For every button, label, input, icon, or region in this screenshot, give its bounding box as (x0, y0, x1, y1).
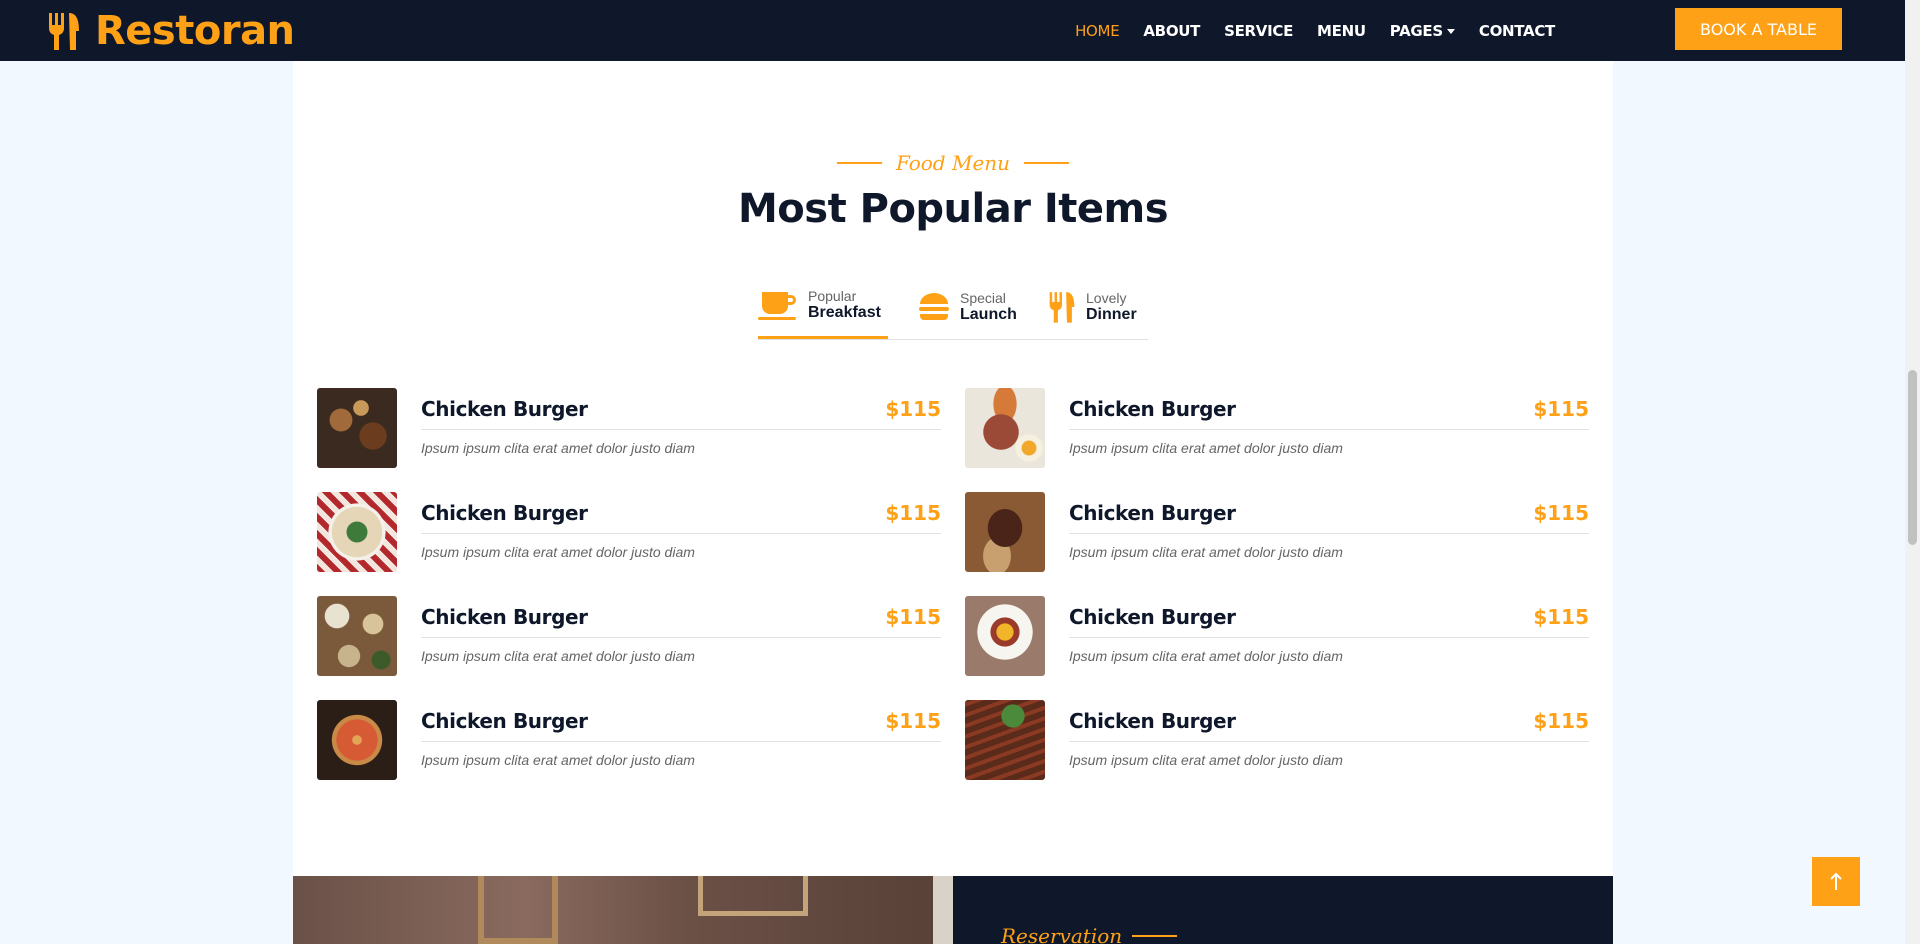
item-description: Ipsum ipsum clita erat amet dolor justo … (421, 544, 695, 560)
utensils-icon (49, 13, 79, 50)
item-description: Ipsum ipsum clita erat amet dolor justo … (1069, 440, 1343, 456)
divider-line (1132, 935, 1178, 937)
menu-item[interactable]: Chicken Burger $115 Ipsum ipsum clita era… (317, 388, 941, 468)
nav-home[interactable]: HOME (1063, 22, 1131, 40)
item-name: Chicken Burger (421, 500, 588, 525)
reservation-panel: Reservation (953, 876, 1613, 944)
item-price: $115 (885, 396, 941, 421)
divider-line (836, 162, 882, 164)
picture-frame (478, 876, 558, 944)
menu-item[interactable]: Chicken Burger $115 Ipsum ipsum clita era… (965, 388, 1589, 468)
item-name: Chicken Burger (1069, 708, 1236, 733)
picture-frame (698, 876, 808, 916)
utensils-icon (1049, 292, 1075, 323)
menu-item[interactable]: Chicken Burger $115 Ipsum ipsum clita era… (965, 596, 1589, 676)
reservation-heading: Reservation (1001, 924, 1178, 944)
item-price: $115 (885, 604, 941, 629)
item-name: Chicken Burger (1069, 604, 1236, 629)
menu-item[interactable]: Chicken Burger $115 Ipsum ipsum clita era… (317, 492, 941, 572)
arrow-up-icon (1830, 872, 1842, 890)
nav-pages-dropdown[interactable]: PAGES (1378, 22, 1467, 40)
nav-menu[interactable]: MENU (1305, 22, 1378, 40)
scrollbar[interactable] (1905, 0, 1920, 944)
item-price: $115 (885, 500, 941, 525)
tab-launch[interactable]: Special Launch (918, 283, 1028, 339)
reservation-label: Reservation (1001, 924, 1123, 944)
nav-links: HOME ABOUT SERVICE MENU PAGES CONTACT (1063, 0, 1567, 61)
item-name: Chicken Burger (421, 396, 588, 421)
item-description: Ipsum ipsum clita erat amet dolor justo … (1069, 544, 1343, 560)
food-image (965, 700, 1045, 780)
food-image (317, 388, 397, 468)
menu-item[interactable]: Chicken Burger $115 Ipsum ipsum clita era… (317, 596, 941, 676)
menu-item[interactable]: Chicken Burger $115 Ipsum ipsum clita era… (965, 492, 1589, 572)
food-image (317, 492, 397, 572)
item-price: $115 (1533, 396, 1589, 421)
nav-contact[interactable]: CONTACT (1467, 22, 1567, 40)
brand-logo[interactable]: Restoran (47, 8, 295, 54)
nav-about[interactable]: ABOUT (1131, 22, 1212, 40)
back-to-top-button[interactable] (1812, 857, 1860, 906)
tab-big-label: Launch (960, 305, 1017, 323)
item-name: Chicken Burger (421, 604, 588, 629)
item-name: Chicken Burger (421, 708, 588, 733)
item-description: Ipsum ipsum clita erat amet dolor justo … (421, 752, 695, 768)
menu-tabs: Popular Breakfast Special Launch Lovely … (758, 283, 1148, 340)
hamburger-icon (919, 293, 949, 320)
item-price: $115 (1533, 604, 1589, 629)
tab-small-label: Popular (808, 288, 857, 304)
chevron-down-icon (1446, 28, 1455, 34)
item-price: $115 (1533, 708, 1589, 733)
food-image (965, 492, 1045, 572)
reservation-image (293, 876, 953, 944)
tab-breakfast[interactable]: Popular Breakfast (758, 283, 888, 339)
item-description: Ipsum ipsum clita erat amet dolor justo … (421, 440, 695, 456)
scrollbar-thumb[interactable] (1908, 370, 1917, 545)
tab-big-label: Breakfast (808, 304, 881, 322)
wall-edge (933, 876, 953, 944)
item-price: $115 (1533, 500, 1589, 525)
section-subtitle-text: Food Menu (895, 151, 1011, 175)
nav-service[interactable]: SERVICE (1212, 22, 1305, 40)
coffee-icon (758, 291, 796, 320)
menu-item[interactable]: Chicken Burger $115 Ipsum ipsum clita era… (965, 700, 1589, 780)
food-image (965, 388, 1045, 468)
navbar: Restoran HOME ABOUT SERVICE MENU PAGES C… (0, 0, 1905, 61)
nav-pages-label: PAGES (1389, 21, 1443, 40)
book-table-button[interactable]: BOOK A TABLE (1675, 8, 1842, 50)
section-title: Most Popular Items (737, 186, 1169, 232)
food-image (317, 596, 397, 676)
divider-line (1024, 162, 1070, 164)
item-description: Ipsum ipsum clita erat amet dolor justo … (421, 648, 695, 664)
item-description: Ipsum ipsum clita erat amet dolor justo … (1069, 752, 1343, 768)
item-name: Chicken Burger (1069, 396, 1236, 421)
tab-big-label: Dinner (1086, 305, 1137, 323)
food-image (965, 596, 1045, 676)
item-name: Chicken Burger (1069, 500, 1236, 525)
item-description: Ipsum ipsum clita erat amet dolor justo … (1069, 648, 1343, 664)
menu-item[interactable]: Chicken Burger $115 Ipsum ipsum clita era… (317, 700, 941, 780)
section-subtitle: Food Menu (293, 151, 1613, 175)
item-price: $115 (885, 708, 941, 733)
brand-name: Restoran (95, 8, 295, 54)
tab-dinner[interactable]: Lovely Dinner (1048, 283, 1148, 339)
menu-section: Food Menu Most Popular Items Popular Bre… (293, 61, 1613, 876)
food-image (317, 700, 397, 780)
tab-small-label: Special (960, 289, 1006, 306)
tab-small-label: Lovely (1086, 289, 1127, 306)
